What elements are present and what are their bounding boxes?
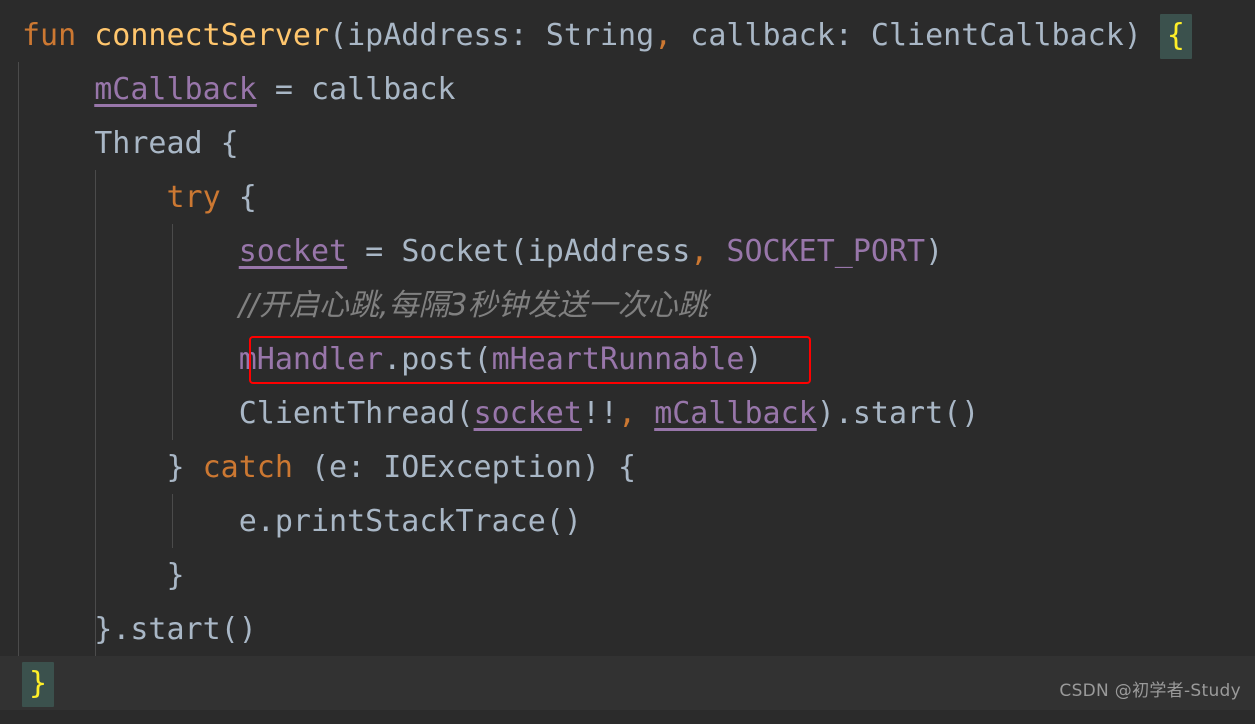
brace-close: } <box>94 612 113 647</box>
brace-close: } <box>166 450 203 485</box>
constructor-clientthread: ClientThread <box>238 396 456 431</box>
field-mhandler: mHandler <box>238 342 384 377</box>
code-line-9: } catch (e: IOException) { <box>0 441 1255 495</box>
brace-close: } <box>166 558 185 593</box>
function-name: connectServer <box>94 18 330 53</box>
field-socket: socket <box>238 234 348 269</box>
parameter-ipaddress: ipAddress: String <box>347 18 655 53</box>
paren-open: ( <box>473 342 492 377</box>
keyword-fun: fun <box>22 18 77 53</box>
comma: , <box>618 396 637 431</box>
code-line-8: ClientThread(socket!!, mCallback).start(… <box>0 387 1255 441</box>
paren-close: ) <box>1123 18 1142 53</box>
code-line-7: mHandler.post(mHeartRunnable) <box>0 333 1255 387</box>
value-callback: callback <box>311 72 456 107</box>
method-start: .start() <box>834 396 980 431</box>
call-printstacktrace: e.printStackTrace() <box>238 504 582 539</box>
comma: , <box>690 234 709 269</box>
code-line-6: //开启心跳,每隔3秒钟发送一次心跳 <box>0 279 1255 333</box>
assign-operator: = <box>347 234 402 269</box>
matched-brace-close: } <box>22 662 55 707</box>
code-line-3: Thread { <box>0 117 1255 171</box>
assign-operator: = <box>256 72 311 107</box>
code-line-10: e.printStackTrace() <box>0 495 1255 549</box>
code-line-12: }.start() <box>0 603 1255 657</box>
paren-close: ) <box>925 234 944 269</box>
brace-open: { <box>202 126 239 161</box>
parameter-callback: callback: ClientCallback <box>690 18 1124 53</box>
comment-heartbeat: //开启心跳,每隔3秒钟发送一次心跳 <box>238 288 708 323</box>
paren-open: ( <box>455 396 474 431</box>
field-mheartrunnable: mHeartRunnable <box>491 342 745 377</box>
csdn-watermark: CSDN @初学者-Study <box>1059 681 1241 701</box>
keyword-try: try <box>166 180 221 215</box>
field-mcallback: mCallback <box>654 396 817 431</box>
constant-socket-port: SOCKET_PORT <box>726 234 926 269</box>
matched-brace-open: { <box>1159 14 1192 59</box>
constructor-socket: Socket(ipAddress <box>401 234 691 269</box>
method-post: .post <box>383 342 474 377</box>
code-line-4: try { <box>0 171 1255 225</box>
method-start: .start() <box>112 612 257 647</box>
code-line-1: fun connectServer(ipAddress: String, cal… <box>0 9 1255 63</box>
paren-close: ) <box>744 342 763 377</box>
paren-close: ) <box>816 396 835 431</box>
code-line-11: } <box>0 549 1255 603</box>
brace-open: { <box>618 450 637 485</box>
comma: , <box>654 18 673 53</box>
catch-parameter: (e: IOException) <box>292 450 619 485</box>
field-mcallback: mCallback <box>94 72 257 107</box>
brace-open: { <box>220 180 257 215</box>
paren-open: ( <box>329 18 348 53</box>
not-null-assert: !! <box>581 396 619 431</box>
code-editor-screenshot: fun connectServer(ipAddress: String, cal… <box>0 0 1255 724</box>
code-line-2: mCallback = callback <box>0 63 1255 117</box>
field-socket: socket <box>473 396 582 431</box>
keyword-catch: catch <box>202 450 293 485</box>
code-line-5: socket = Socket(ipAddress, SOCKET_PORT) <box>0 225 1255 279</box>
type-thread: Thread <box>94 126 203 161</box>
